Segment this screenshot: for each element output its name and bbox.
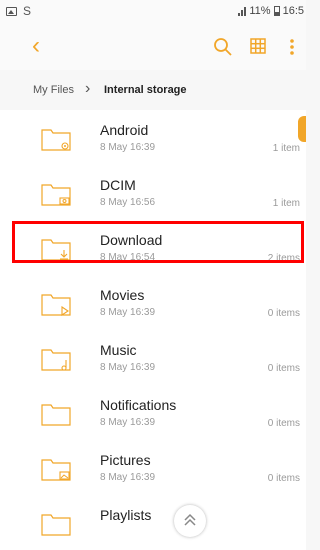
samsung-notification-icon: S: [23, 4, 32, 18]
file-date: 8 May 16:39: [100, 417, 156, 428]
list-item-playlists[interactable]: Playlists: [0, 495, 306, 550]
folder-settings-icon: [41, 129, 71, 151]
file-name: Movies: [100, 287, 145, 303]
file-name: DCIM: [100, 177, 136, 193]
list-item-music[interactable]: Music 8 May 16:39 0 items: [0, 330, 306, 385]
list-item-pictures[interactable]: Pictures 8 May 16:39 0 items: [0, 440, 306, 495]
item-count: 0 items: [267, 363, 300, 374]
search-icon[interactable]: [213, 37, 233, 57]
clock: 16:5: [282, 5, 304, 17]
file-date: 8 May 16:39: [100, 142, 156, 153]
battery-icon: [273, 6, 280, 16]
folder-image-icon: [41, 459, 71, 481]
list-item-movies[interactable]: Movies 8 May 16:39 0 items: [0, 275, 306, 330]
fast-scroll-handle[interactable]: [298, 116, 306, 142]
folder-camera-icon: [41, 184, 71, 206]
file-date: 8 May 16:39: [100, 362, 156, 373]
file-name: Notifications: [100, 397, 177, 413]
chevron-right-icon: ›: [85, 80, 91, 97]
scroll-to-top-button[interactable]: [174, 505, 206, 537]
item-count: 0 items: [267, 418, 300, 429]
item-count: 1 item: [272, 143, 300, 154]
gallery-notification-icon: [6, 6, 17, 16]
folder-icon: [41, 404, 71, 426]
list-item-dcim[interactable]: DCIM 8 May 16:56 1 item: [0, 165, 306, 220]
breadcrumb-my-files[interactable]: My Files: [33, 84, 74, 96]
file-date: 8 May 16:39: [100, 307, 156, 318]
file-list: Android 8 May 16:39 1 item DCIM 8 May 16…: [0, 110, 306, 550]
double-chevron-up-icon: [184, 513, 196, 526]
signal-icon: [238, 6, 247, 16]
more-options-icon[interactable]: [289, 38, 295, 56]
file-date: 8 May 16:39: [100, 472, 156, 483]
item-count: 1 item: [272, 198, 300, 209]
file-name: Playlists: [100, 507, 152, 523]
item-count: 0 items: [267, 308, 300, 319]
battery-percent: 11%: [249, 5, 271, 17]
grid-view-icon[interactable]: [250, 38, 266, 54]
back-button[interactable]: ‹: [32, 34, 40, 58]
file-name: Pictures: [100, 452, 151, 468]
selection-highlight-box: [12, 221, 304, 263]
item-count: 0 items: [267, 473, 300, 484]
list-item-notifications[interactable]: Notifications 8 May 16:39 0 items: [0, 385, 306, 440]
file-name: Music: [100, 342, 137, 358]
file-date: 8 May 16:56: [100, 197, 156, 208]
breadcrumb-internal-storage[interactable]: Internal storage: [104, 84, 187, 96]
folder-play-icon: [41, 294, 71, 316]
folder-icon: [41, 514, 71, 536]
folder-music-icon: [41, 349, 71, 371]
app-bar: ‹: [0, 24, 306, 70]
list-item-android[interactable]: Android 8 May 16:39 1 item: [0, 110, 306, 165]
file-name: Android: [100, 122, 149, 138]
status-bar: S 11% 16:5: [0, 0, 306, 24]
breadcrumb: My Files › Internal storage: [0, 70, 306, 110]
